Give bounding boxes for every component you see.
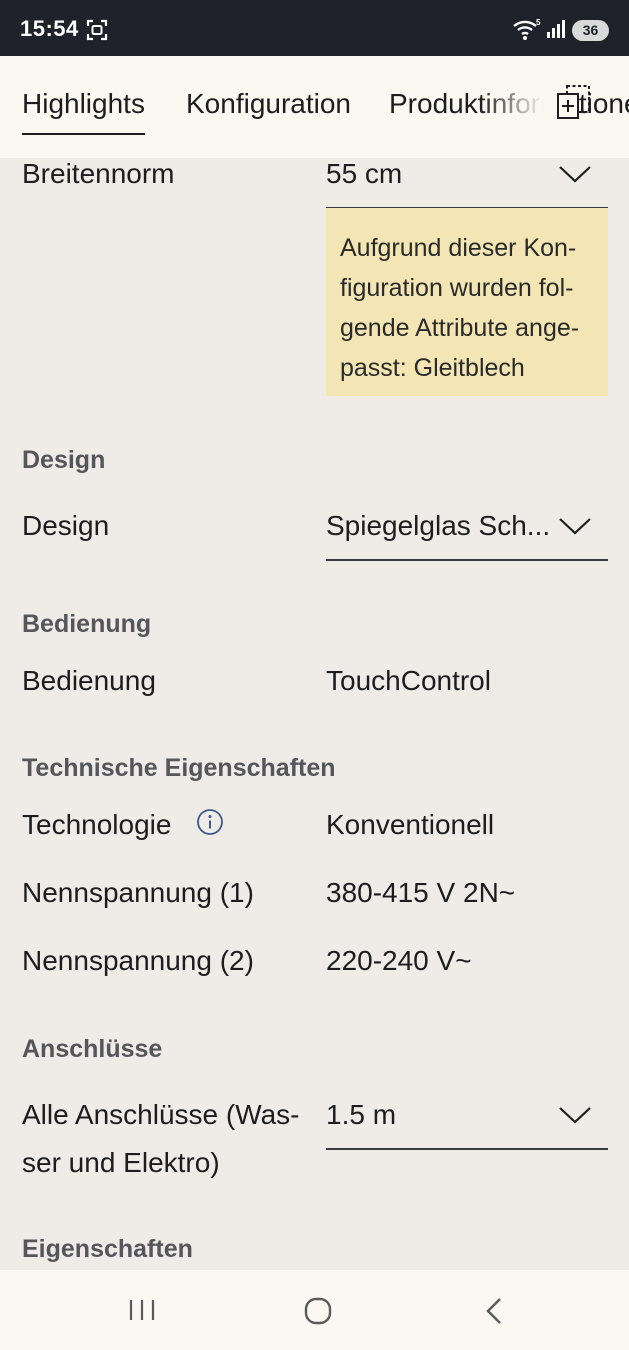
tab-highlights[interactable]: Highlights	[22, 88, 145, 135]
tab-overflow-fade	[480, 56, 560, 158]
section-anschluesse: Anschlüsse	[22, 1035, 163, 1063]
nennspannung-1-label: Nennspannung (1)	[22, 877, 254, 908]
signal-icon	[547, 20, 565, 38]
chevron-down-icon[interactable]	[558, 516, 592, 536]
svg-text:5: 5	[536, 18, 541, 27]
status-time: 15:54	[20, 16, 79, 41]
info-icon[interactable]	[196, 808, 224, 836]
bedienung-label: Bedienung	[22, 665, 156, 696]
configuration-notice: Aufgrund dieser Kon-figuration wurden fo…	[326, 208, 608, 396]
screenshot-icon	[86, 19, 108, 41]
system-nav-bar	[0, 1270, 629, 1350]
bedienung-value: TouchControl	[326, 665, 491, 696]
nennspannung-2-value: 220-240 V~	[326, 945, 472, 976]
design-select-value[interactable]: Spiegelglas Sch...	[326, 510, 550, 542]
breitennorm-select-value[interactable]: 55 cm	[326, 158, 402, 190]
technologie-label: Technologie	[22, 809, 172, 840]
wifi-icon: 5	[513, 18, 541, 40]
home-icon[interactable]	[303, 1296, 333, 1326]
anschluesse-label-line2: ser und Elektro)	[22, 1147, 220, 1178]
configuration-content: Breitennorm 55 cm Aufgrund dieser Kon-fi…	[0, 158, 629, 1270]
anschluesse-select-underline	[326, 1148, 608, 1150]
battery-icon: 36	[572, 20, 609, 41]
nennspannung-2-label: Nennspannung (2)	[22, 945, 254, 976]
anschluesse-label-line1: Alle Anschlüsse (Was-	[22, 1099, 300, 1130]
status-bar: 15:54 5 36	[0, 0, 629, 56]
section-design: Design	[22, 446, 106, 474]
anschluesse-select-value[interactable]: 1.5 m	[326, 1099, 396, 1131]
section-technische-eigenschaften: Technische Eigenschaften	[22, 754, 336, 782]
design-label: Design	[22, 510, 110, 541]
section-bedienung: Bedienung	[22, 610, 152, 638]
chevron-down-icon[interactable]	[558, 1105, 592, 1125]
recent-apps-icon[interactable]	[128, 1298, 156, 1322]
breitennorm-label: Breitennorm	[22, 158, 175, 189]
technologie-value: Konventionell	[326, 809, 495, 840]
back-icon[interactable]	[484, 1297, 504, 1325]
compare-add-icon[interactable]	[555, 82, 593, 122]
design-select-underline	[326, 559, 608, 561]
tab-konfiguration[interactable]: Konfiguration	[186, 88, 351, 120]
nennspannung-1-value: 380-415 V 2N~	[326, 877, 516, 908]
chevron-down-icon[interactable]	[558, 164, 592, 184]
tab-bar: Highlights Konfiguration Produktinformat…	[0, 56, 629, 158]
section-eigenschaften: Eigenschaften	[22, 1235, 193, 1263]
